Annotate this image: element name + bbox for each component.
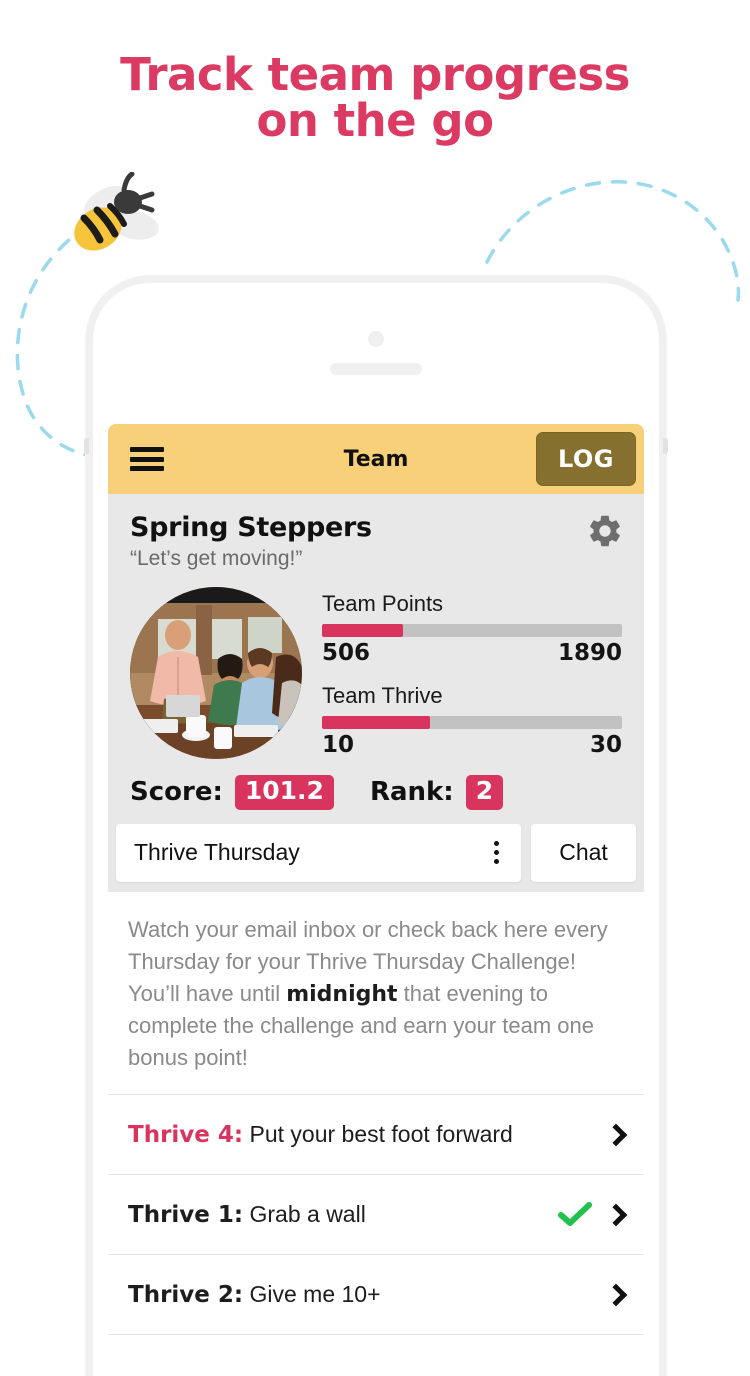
challenge-title: Put your best foot forward [243, 1121, 513, 1148]
team-body: Team Points 506 1890 Team Thrive 10 30 [130, 587, 622, 759]
challenge-label: Thrive 2: [128, 1282, 244, 1309]
score-rank-row: Score: 101.2 Rank: 2 [130, 775, 622, 810]
phone-button-right [663, 438, 668, 454]
stat-current: 506 [322, 640, 371, 666]
stat-goal: 30 [589, 732, 622, 758]
team-name: Spring Steppers [130, 512, 372, 543]
challenge-text: Thrive 2: Give me 10+ [128, 1281, 608, 1308]
progress-bar-fill [322, 624, 403, 637]
phone-mockup: Team LOG Spring Steppers “Let’s get movi… [84, 276, 668, 1376]
phone-speaker-icon [330, 363, 422, 375]
headline-line-1: Track team progress [120, 48, 630, 101]
team-stats: Team Points 506 1890 Team Thrive 10 30 [322, 587, 622, 759]
chevron-right-icon[interactable] [604, 1203, 628, 1227]
list-item-partial[interactable] [108, 1335, 644, 1376]
stat-current: 10 [322, 732, 355, 758]
challenge-description: Watch your email inbox or check back her… [108, 892, 644, 1096]
challenge-text: Thrive 4: Put your best foot forward [128, 1121, 608, 1148]
team-motto: “Let’s get moving!” [130, 547, 303, 570]
challenge-text: Thrive 1: Grab a wall [128, 1201, 558, 1228]
chat-button[interactable]: Chat [531, 823, 636, 882]
stat-label: Team Thrive [322, 683, 443, 708]
challenge-label: Thrive 1: [128, 1202, 244, 1229]
list-item[interactable]: Thrive 2: Give me 10+ [108, 1255, 644, 1336]
stat-goal: 1890 [557, 640, 622, 666]
headline-line-2: on the go [256, 94, 494, 148]
stat-values: 10 30 [322, 732, 622, 758]
rank-label: Rank: [369, 777, 454, 808]
log-button[interactable]: LOG [536, 432, 636, 486]
check-icon [558, 1201, 592, 1228]
list-item[interactable]: Thrive 1: Grab a wall [108, 1175, 644, 1256]
rank-badge: 2 [465, 775, 504, 810]
team-panel: Spring Steppers “Let’s get moving!” Team… [108, 494, 644, 824]
progress-bar-track [322, 716, 622, 729]
progress-bar-fill [322, 716, 430, 729]
stat-team-points: Team Points 506 1890 [322, 591, 622, 666]
phone-button-left [84, 438, 89, 454]
stat-team-thrive: Team Thrive 10 30 [322, 683, 622, 758]
challenge-title: Grab a wall [243, 1201, 366, 1228]
phone-camera-icon [368, 331, 384, 347]
list-item[interactable]: Thrive 4: Put your best foot forward [108, 1095, 644, 1176]
tab-row: Thrive Thursday Chat [108, 823, 644, 892]
team-photo [130, 587, 302, 759]
description-bold: midnight [286, 981, 398, 1007]
app-header: Team LOG [108, 424, 644, 494]
stat-values: 506 1890 [322, 640, 622, 666]
tab-label: Thrive Thursday [134, 839, 300, 866]
chevron-right-icon[interactable] [604, 1283, 628, 1307]
stat-label: Team Points [322, 591, 444, 616]
challenge-title: Give me 10+ [243, 1281, 381, 1308]
page-title: Track team progress on the go [0, 48, 750, 148]
app-screen: Team LOG Spring Steppers “Let’s get movi… [108, 424, 644, 1376]
kebab-menu-icon[interactable] [494, 841, 503, 865]
progress-bar-track [322, 624, 622, 637]
score-badge: 101.2 [234, 775, 334, 810]
gear-icon[interactable] [586, 512, 624, 550]
hamburger-menu-icon[interactable] [130, 447, 164, 471]
score-label: Score: [130, 777, 223, 808]
challenge-label: Thrive 4: [128, 1122, 244, 1149]
tab-thrive-thursday[interactable]: Thrive Thursday [116, 823, 521, 882]
bee-icon [74, 172, 159, 251]
chevron-right-icon[interactable] [604, 1123, 628, 1147]
